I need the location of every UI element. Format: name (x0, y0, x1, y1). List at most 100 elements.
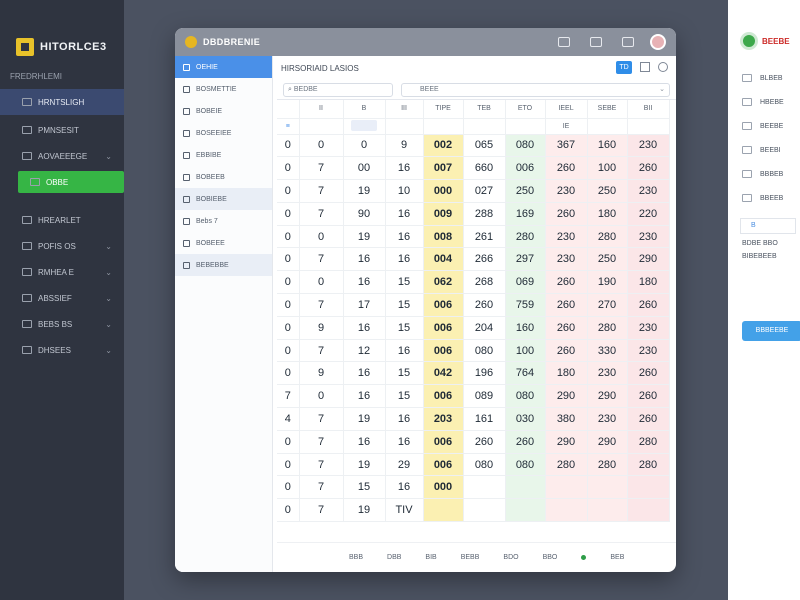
search-input[interactable]: ⌕ BEDBE (283, 82, 393, 97)
footer-item[interactable]: DBB (387, 554, 401, 561)
inner-nav-label: BEBEBBE (196, 261, 229, 269)
right-panel-item[interactable]: BEEBE (728, 114, 800, 138)
column-header[interactable] (277, 100, 300, 119)
sidebar-item[interactable]: ABSSIEF ⌄ (0, 287, 124, 309)
table-row[interactable]: 0 7 16 16 006 260 260 290 290 280 (277, 430, 670, 454)
right-panel-label: BDBE BBO (742, 240, 778, 247)
sub-header-cell (343, 118, 386, 135)
inner-nav-item[interactable]: BOBIEBE (175, 188, 272, 210)
sidebar-item-label: BEBS BS (38, 319, 73, 329)
nav-item-icon (183, 63, 190, 71)
sidebar-item[interactable]: HRNTSLIGH (0, 89, 124, 115)
table-cell: 380 (545, 407, 588, 431)
table-cell: 006 (423, 316, 464, 340)
right-panel-field[interactable]: B (740, 218, 796, 234)
table-cell: 260 (627, 384, 670, 409)
settings-icon[interactable] (558, 37, 570, 47)
table-row[interactable]: 0 9 16 15 006 204 160 260 280 230 (277, 316, 670, 340)
column-header[interactable]: II (299, 100, 344, 119)
right-panel-item[interactable]: BBEEB (728, 186, 800, 210)
inner-nav-item[interactable]: BEBEBBE (175, 254, 272, 276)
table-cell (627, 498, 670, 523)
inner-nav-item[interactable]: OEHIE (175, 56, 272, 78)
inner-nav-item[interactable]: Bebs 7 (175, 210, 272, 232)
inner-nav-item[interactable]: BOBEIE (175, 100, 272, 122)
right-panel-item[interactable]: BLBEB (728, 66, 800, 90)
footer-item[interactable]: BBO (543, 554, 558, 561)
sub-header-cell (587, 118, 628, 135)
table-row[interactable]: 0 7 19 29 006 080 080 280 280 280 (277, 453, 670, 477)
column-header[interactable]: III (385, 100, 424, 119)
table-row[interactable]: 0 7 00 16 007 660 006 260 100 260 (277, 156, 670, 181)
footer-item[interactable]: BBB (349, 554, 363, 561)
table-row[interactable]: 0 0 0 9 002 065 080 367 160 230 (277, 134, 670, 158)
table-row[interactable]: 0 0 19 16 008 261 280 230 280 230 (277, 225, 670, 249)
column-header[interactable]: TEB (463, 100, 506, 119)
inner-nav-item[interactable]: EBBIBE (175, 144, 272, 166)
table-cell: 16 (385, 247, 424, 272)
table-row[interactable]: 0 7 12 16 006 080 100 260 330 230 (277, 339, 670, 363)
inner-nav-item[interactable]: BOSMETTIE (175, 78, 272, 100)
sidebar-item[interactable]: OBBE (18, 171, 124, 193)
table-cell: 7 (299, 407, 344, 431)
right-panel-item-label: BBBEB (760, 170, 784, 178)
export-icon[interactable] (640, 62, 650, 72)
avatar[interactable] (650, 34, 666, 50)
sidebar-item[interactable]: PMNSESIT (0, 119, 124, 141)
table-cell: 280 (545, 453, 588, 477)
footer-item[interactable]: BEB (610, 554, 624, 561)
sidebar-item[interactable]: POFIS OS ⌄ (0, 235, 124, 257)
inner-nav-item[interactable]: BOBEEE (175, 232, 272, 254)
primary-action-button[interactable]: TD (616, 61, 632, 74)
table-row[interactable]: 0 9 16 15 042 196 764 180 230 260 (277, 361, 670, 386)
menu-item-icon (22, 294, 32, 302)
right-panel-item[interactable]: BEEBI (728, 138, 800, 162)
footer-item[interactable]: BDO (503, 554, 518, 561)
inner-nav-item[interactable]: BOSEEIEE (175, 122, 272, 144)
table-row[interactable]: 0 0 16 15 062 268 069 260 190 180 (277, 270, 670, 295)
app-logo-icon (185, 36, 197, 48)
table-cell: 260 (627, 361, 670, 386)
right-panel-item[interactable]: HBEBE (728, 90, 800, 114)
footer-item[interactable]: BIB (425, 554, 436, 561)
sidebar-item[interactable]: HREARLET (0, 209, 124, 231)
inner-nav-label: BOBIEBE (196, 195, 227, 203)
sidebar-item[interactable]: RMHEA E ⌄ (0, 261, 124, 283)
table-row[interactable]: 0 7 19 TIV (277, 498, 670, 523)
right-panel-button[interactable]: BBBEEBE (742, 321, 800, 341)
table-cell: 203 (423, 407, 464, 431)
right-panel: BEEBE BLBEB HBEBE BEEBE BEEBI BBBEB BBEEB B B… (728, 0, 800, 600)
nav-item-icon (183, 129, 190, 137)
table-row[interactable]: 0 7 15 16 000 (277, 475, 670, 500)
column-header[interactable]: TIPE (423, 100, 464, 119)
column-header[interactable]: BII (627, 100, 670, 119)
table-cell: 180 (545, 361, 588, 386)
column-header[interactable]: IEEL (545, 100, 588, 119)
table-row[interactable]: 4 7 19 16 203 161 030 380 230 260 (277, 407, 670, 431)
table-row[interactable]: 0 7 17 15 006 260 759 260 270 260 (277, 293, 670, 317)
sidebar-item[interactable]: AOVAEEEGE ⌄ (0, 145, 124, 167)
filter-select[interactable]: BEEE ⌄ (401, 82, 670, 97)
table-cell: 7 (299, 202, 344, 226)
table-cell: 002 (423, 134, 464, 158)
footer-item[interactable]: BEBB (461, 554, 480, 561)
column-header[interactable]: B (343, 100, 386, 119)
sidebar-item[interactable]: BEBS BS ⌄ (0, 313, 124, 335)
column-header[interactable]: ETO (505, 100, 546, 119)
table-cell: 230 (587, 407, 628, 431)
data-table: II B III TIPE TEB ETO IEEL SEBE BII ≡ IE 0 0 0 9 002 06… (277, 100, 670, 523)
grid-icon[interactable] (590, 37, 602, 47)
inner-nav-item[interactable]: BOBEEB (175, 166, 272, 188)
right-panel-item[interactable]: BBBEB (728, 162, 800, 186)
table-row[interactable]: 0 7 90 16 009 288 169 260 180 220 (277, 202, 670, 226)
table-row[interactable]: 0 7 16 16 004 266 297 230 250 290 (277, 247, 670, 272)
table-cell: 367 (545, 134, 588, 158)
sidebar-item[interactable]: DHSEES ⌄ (0, 339, 124, 361)
notification-icon[interactable] (622, 37, 634, 47)
table-row[interactable]: 0 7 19 10 000 027 250 230 250 230 (277, 179, 670, 203)
column-header[interactable]: SEBE (587, 100, 628, 119)
more-icon[interactable] (658, 62, 668, 72)
table-row[interactable]: 7 0 16 15 006 089 080 290 290 260 (277, 384, 670, 409)
table-cell (463, 475, 506, 500)
table-cell: 250 (587, 247, 628, 272)
